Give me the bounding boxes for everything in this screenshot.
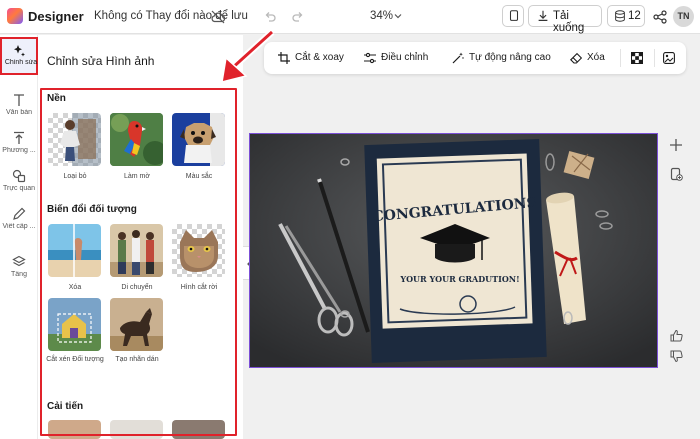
download-icon: [538, 10, 548, 21]
erase-button[interactable]: Xóa: [570, 42, 610, 74]
redo-icon[interactable]: [290, 9, 306, 25]
toolbar-divider: [654, 49, 655, 67]
checkerboard-icon: [631, 52, 643, 64]
rail-item-visuals[interactable]: Trực quan: [0, 163, 38, 201]
avatar[interactable]: TN: [673, 6, 694, 27]
panel-title: Chỉnh sửa Hình ảnh: [47, 54, 155, 68]
add-page-icon[interactable]: [669, 138, 683, 152]
certificate-illustration: CONGRATULATIONS YOUR YOUR GRADUTION!: [364, 138, 547, 363]
left-rail: Chỉnh sửa Văn bản Phương ... Trực quan V…: [0, 35, 38, 439]
text-icon: [14, 94, 24, 106]
rail-label: Tầng: [11, 271, 27, 278]
canvas-artboard[interactable]: CONGRATULATIONS YOUR YOUR GRADUTION!: [249, 133, 658, 368]
upload-icon: [14, 131, 24, 144]
thumbs-down-icon[interactable]: [670, 350, 683, 363]
pen-icon: [13, 207, 26, 220]
copy-button[interactable]: [502, 5, 524, 27]
auto-enhance-label: Tự động nâng cao: [469, 52, 551, 63]
rail-item-layers[interactable]: Tầng: [0, 249, 38, 287]
credits-button[interactable]: 12: [607, 5, 645, 27]
transparency-button[interactable]: [628, 42, 648, 74]
erase-label: Xóa: [587, 52, 605, 63]
rail-label: Chỉnh sửa: [4, 59, 38, 66]
eraser-icon: [570, 52, 582, 64]
cloud-off-icon: [211, 10, 226, 24]
crop-rotate-label: Cắt & xoay: [295, 52, 344, 63]
adjust-button[interactable]: Điều chỉnh: [364, 42, 432, 74]
copy-icon: [509, 10, 519, 21]
rail-item-writing[interactable]: Viết cấp ...: [0, 201, 38, 239]
credits-count: 12: [628, 10, 641, 22]
chevron-down-icon[interactable]: [393, 11, 403, 21]
app-name[interactable]: Designer: [28, 9, 84, 24]
coins-icon: [615, 10, 625, 22]
highlight-box: [40, 88, 237, 436]
magic-wand-icon: [452, 52, 464, 64]
toolbar-divider: [620, 49, 621, 67]
rail-label: Văn bản: [5, 109, 33, 116]
rail-label: Viết cấp ...: [2, 223, 36, 230]
designer-logo-icon[interactable]: [7, 8, 23, 24]
graduation-image[interactable]: CONGRATULATIONS YOUR YOUR GRADUTION!: [250, 134, 658, 368]
certificate-subtitle: YOUR YOUR GRADUTION!: [399, 274, 519, 284]
share-icon[interactable]: [652, 9, 668, 25]
rail-label: Trực quan: [2, 185, 36, 192]
image-toolbar: Cắt & xoay Điều chỉnh Tự động nâng cao X…: [264, 42, 686, 74]
auto-enhance-button[interactable]: Tự động nâng cao: [452, 42, 552, 74]
zoom-level[interactable]: 34%: [370, 10, 393, 22]
download-button[interactable]: Tải xuống: [528, 5, 602, 34]
sliders-icon: [364, 52, 376, 64]
shapes-icon: [12, 169, 26, 183]
rail-item-media[interactable]: Phương ...: [0, 125, 38, 163]
rail-label: Phương ...: [2, 147, 36, 154]
pages-icon[interactable]: [669, 167, 683, 181]
crop-rotate-button[interactable]: Cắt & xoay: [278, 42, 346, 74]
adjust-label: Điều chỉnh: [381, 52, 429, 63]
image-edit-icon: [663, 52, 675, 64]
rail-item-text[interactable]: Văn bản: [0, 87, 38, 125]
thumbs-up-icon[interactable]: [670, 329, 683, 342]
crop-icon: [278, 52, 290, 64]
rail-item-edit[interactable]: Chỉnh sửa: [0, 37, 38, 75]
image-options-button[interactable]: [660, 42, 680, 74]
undo-icon[interactable]: [262, 9, 278, 25]
top-bar: Designer Không có Thay đổi nào để lưu 34…: [0, 0, 700, 34]
sparkle-edit-icon: [14, 45, 25, 57]
layers-icon: [12, 255, 26, 267]
download-label: Tải xuống: [553, 10, 585, 34]
